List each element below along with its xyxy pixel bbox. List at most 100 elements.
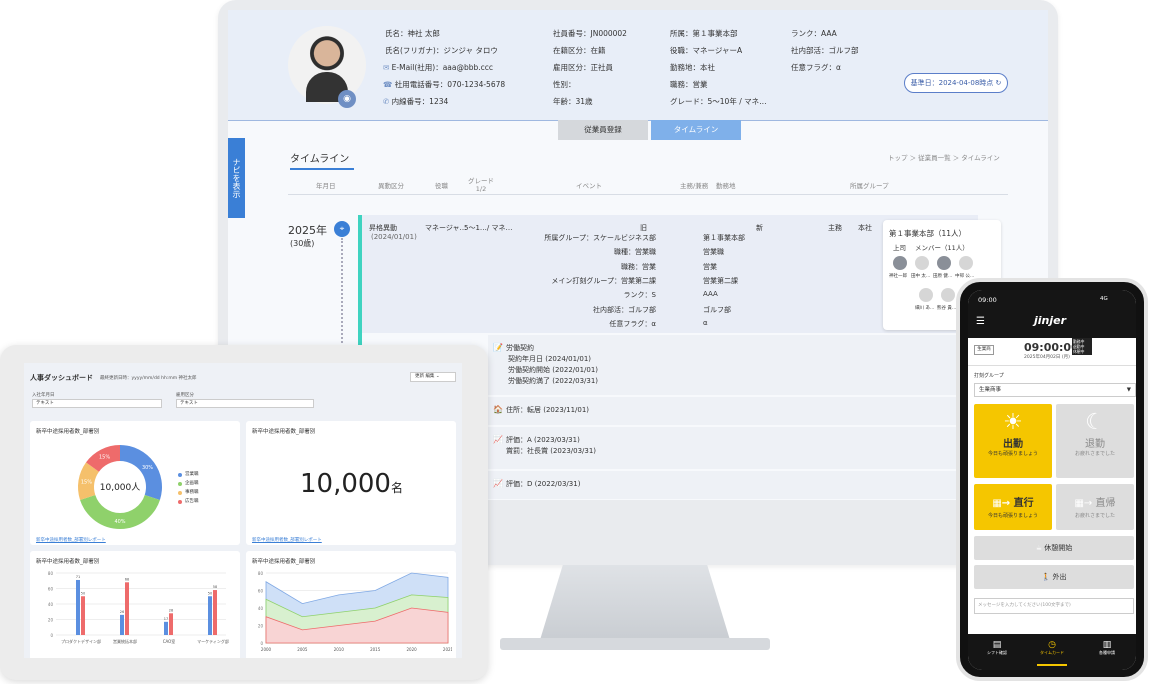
member-name: 田中 太… [911,274,931,279]
clock-display: 09:00:00 [1024,341,1079,354]
dashboard-actions: 更新 編集 ⌄ [410,372,456,382]
breadcrumb: トップ ＞ 従業員一覧 ＞ タイムライン [888,154,1000,162]
filter2-label: 雇用区分 [176,393,194,398]
new-value: AAA [703,290,718,299]
tab-employee-registration[interactable]: 従業員登録 [558,120,648,140]
profile-email: ✉ E-Mail(社用)：aaa@bbb.ccc [383,63,494,72]
event-text: 評価：A (2023/03/31) [506,436,580,444]
mail-icon: ✉ [383,63,392,72]
bar-value-label: 68 [125,577,129,581]
event-text: 労働契約 [506,344,534,352]
legend-swatch [178,482,182,486]
away-label: 外出 [1052,573,1067,581]
x-tick-label: プロダクトデザイン部 [61,638,101,644]
donut-card: 新卒中途採用者数_部署別 30% 40% 15% 15% 10,000人 営業職 企画職事… [30,421,240,545]
group-select[interactable]: 生業商事 ▼ [974,383,1136,397]
clock-in-button[interactable]: ☀ 出勤 今日も頑張りましょう [974,404,1052,478]
profile-kana: 氏名(フリガナ)：ジンジャ タロウ [385,46,498,55]
move-type: 昇格異動 [369,224,397,232]
bar [125,582,129,635]
filter2-select[interactable]: テキスト [176,399,314,408]
y-tick-label: 80 [48,571,54,576]
status-list: 勤務中 退勤中 休憩中 [1072,338,1092,355]
event-text: 評価：D (2022/03/31) [506,480,581,488]
member-name: 細川 あ… [915,306,935,311]
navi-toggle-button[interactable]: ナビを表示 [228,138,245,218]
member-name: 熊谷 貴… [937,306,957,311]
col-event: イベント [576,182,602,190]
event-text: 労働契約開始 (2022/01/01) [508,366,599,374]
old-value: メイン打刻グループ：営業第二課 [551,276,656,285]
page-title: タイムライン [290,154,350,165]
move-location: 本社 [858,224,872,232]
legend-swatch [178,473,182,477]
y-tick-label: 0 [260,641,263,646]
profile-phone: ☎ 社用電話番号：070-1234-5678 [383,80,506,89]
col-main: 主務/兼務 [680,182,709,190]
member-name: 田原 健… [933,274,953,279]
donut-report-link[interactable]: 新卒中途採用者数_部署別レポート [36,537,106,543]
emp-club: 社内部活：ゴルフ部 [791,46,859,55]
filter1-select[interactable]: テキスト [32,399,162,408]
filter1-label: 入社年月日 [32,393,55,398]
member-avatar [893,256,907,270]
emp-location: 勤務地：本社 [670,63,715,72]
new-value: 営業 [703,262,717,271]
tab-timeline[interactable]: タイムライン [651,120,741,140]
emp-age: 年齢：31歳 [553,97,593,106]
direct-return-label: 直帰 [1095,498,1116,509]
emp-position: 役職：マネージャーA [670,46,743,55]
timeline-age: (30歳) [290,239,315,248]
nav-shift[interactable]: ▤ シフト確認 [982,640,1012,656]
area-chart: 0 20 40 60 80 2000 2005 2010 2015 2020 2021 [258,571,452,652]
clock-in-label: 出勤 [1003,439,1023,450]
y-tick-label: 60 [258,589,264,594]
message-input[interactable]: メッセージを入力してください(100文字まで) [974,598,1134,614]
emp-type: 雇用区分：正社員 [553,63,613,72]
number-report-link[interactable]: 新卒中途採用者数_部署別レポート [252,537,322,543]
direct-go-button[interactable]: ▦→ 直行 今日も頑張りましょう [974,484,1052,530]
break-start-button[interactable]: ☕ 休憩開始 [974,536,1134,560]
nav-requests[interactable]: ▥ 各種申請 [1092,640,1122,656]
location-pin-icon: ⌖ [334,221,350,237]
event-text: 住所：転居 (2023/11/01) [506,406,590,414]
bar [76,579,80,635]
bar-chart: 0 20 40 60 80 71 50 プロダクトデザイン部 26 68 営業統括本部 17 28 CAO… [48,571,229,644]
base-date-button[interactable]: 基準日：2024-04-08時点 ↻ [904,73,1008,93]
nav-timecard[interactable]: ◷ タイムカード [1037,640,1067,656]
new-header: 新 [756,224,763,232]
document-icon: ▥ [1102,640,1112,650]
bar-value-label: 71 [76,575,80,579]
cup-icon: ☕ [1035,544,1045,552]
edit-button[interactable]: 編集 ⌄ [425,374,439,379]
col-role: 役職 [435,182,448,190]
phone-time: 09:00 [978,296,997,304]
legend-swatch [178,491,182,495]
bar-value-label: 26 [120,610,124,614]
emp-job: 職務：営業 [670,80,708,89]
emp-status: 在籍区分：在籍 [553,46,606,55]
big-number: 10,000名 [300,469,403,499]
member-avatar [941,288,955,302]
building-return-icon: ▦→ [1074,498,1096,509]
sun-icon: ☀ [1003,410,1023,435]
direct-return-button[interactable]: ▦→ 直帰 お疲れさまでした [1056,484,1134,530]
old-value: 社内部活：ゴルフ部 [593,305,656,314]
old-value: 職務：営業 [621,262,656,271]
smartphone: 09:00 4G ☰ jinjer 生業商 09:00:00 2025年04月0… [956,278,1148,681]
camera-icon[interactable]: ◉ [338,90,356,108]
away-button[interactable]: 🚶 外出 [974,565,1134,589]
bar-value-label: 17 [164,617,168,621]
new-value: 営業職 [703,248,724,257]
legend-label: 広告職 [185,499,199,504]
y-tick-label: 80 [258,571,264,576]
update-button[interactable]: 更新 [415,374,424,379]
group-boss-label: 上司 [893,244,906,252]
bar [164,621,168,635]
header-line [288,194,1008,195]
calendar-icon: ▤ [992,640,1002,650]
clock-out-button[interactable]: ☾ 退勤 お疲れさまでした [1056,404,1134,478]
old-value: 職種：営業職 [614,248,656,257]
y-tick-label: 0 [50,633,53,638]
menu-icon[interactable]: ☰ [976,316,985,327]
